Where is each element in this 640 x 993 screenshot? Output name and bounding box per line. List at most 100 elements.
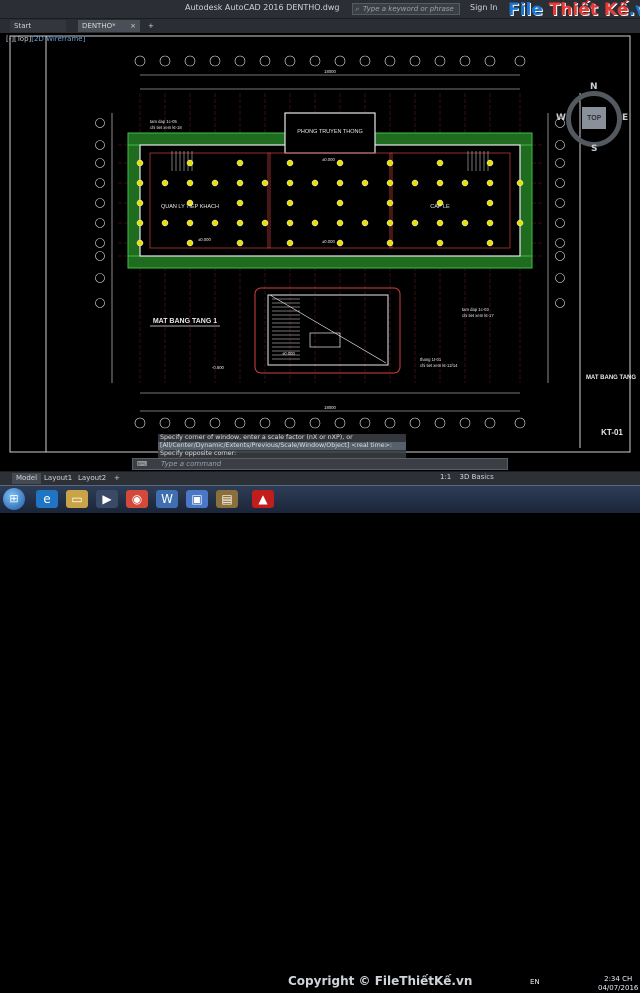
grid-bubble [95, 158, 105, 168]
column [286, 219, 294, 227]
grid-bubble [95, 118, 105, 128]
status-bar: 1:1 3D Basics [440, 473, 500, 481]
ie-icon[interactable]: e [36, 490, 58, 508]
grid-bubble [434, 417, 446, 429]
command-history: Specify corner of window, enter a scale … [158, 434, 406, 458]
note-1: tam dap 1c-05 [150, 119, 177, 124]
grid-bubble [234, 417, 246, 429]
column [236, 219, 244, 227]
layout-tab-model[interactable]: Model [12, 473, 42, 484]
monitor-icon[interactable]: ▣ [186, 490, 208, 508]
add-layout-button[interactable]: + [110, 473, 124, 484]
column [361, 179, 369, 187]
label-side-title: MAT BANG TANG [586, 375, 636, 381]
column [486, 239, 494, 247]
command-input[interactable]: ⌨ Type a command [132, 458, 508, 470]
column [286, 179, 294, 187]
word-icon[interactable]: W [156, 490, 178, 508]
column [486, 159, 494, 167]
viewcube-top-face[interactable]: TOP [582, 107, 606, 129]
grid-bubble [555, 158, 565, 168]
system-tray-language[interactable]: EN [530, 978, 540, 986]
grid-bubble [184, 55, 196, 67]
tab-start[interactable]: Start [10, 20, 66, 32]
new-tab-button[interactable]: + [144, 20, 156, 32]
grid-bubble [309, 55, 321, 67]
column [461, 179, 469, 187]
archive-icon[interactable]: ▤ [216, 490, 238, 508]
grid-bubble [434, 55, 446, 67]
folder-icon[interactable]: ▭ [66, 490, 88, 508]
tab-drawing[interactable]: DENTHO* × [78, 20, 140, 32]
media-player-icon[interactable]: ▶ [96, 490, 118, 508]
grid-bubble [555, 238, 565, 248]
layout-tab-layout2[interactable]: Layout2 [74, 473, 110, 484]
grid-bubble [95, 178, 105, 188]
workspace-switcher[interactable]: 3D Basics [460, 473, 494, 481]
chrome-icon[interactable]: ◉ [126, 490, 148, 508]
column [386, 239, 394, 247]
column [361, 219, 369, 227]
clock-date: 04/07/2016 [598, 984, 639, 992]
grid-bubble [334, 417, 346, 429]
column [186, 159, 194, 167]
label-plan-title: MAT BANG TANG 1 [153, 318, 217, 325]
grid-bubble [284, 417, 296, 429]
grid-bubble [555, 251, 565, 261]
layout-tabs-bar: Model Layout1 Layout2 + [0, 471, 640, 485]
grid-bubble [209, 55, 221, 67]
note-3: thang 1t-01 [420, 357, 442, 362]
windows-taskbar: ⊞ e ▭ ▶ ◉ W ▣ ▤ ▲ Copyright © FileThiếtK… [0, 485, 640, 992]
grid-bubble [359, 417, 371, 429]
grid-bubble [259, 55, 271, 67]
command-line-icon[interactable]: ⌨ [137, 460, 147, 468]
annotation-scale[interactable]: 1:1 [440, 473, 451, 481]
column [436, 179, 444, 187]
compass-north[interactable]: N [590, 82, 598, 92]
drawing-canvas: PHONG TRUYEN THONG QUAN LY TIEP KHACH CA… [9, 35, 636, 453]
column [516, 219, 524, 227]
viewcube[interactable]: TOP N S E W [556, 82, 630, 155]
grid-bubble [259, 417, 271, 429]
viewport-controls[interactable]: [-][Top][2D Wireframe] [6, 35, 85, 43]
label-sheet-id: KT-01 [601, 428, 623, 437]
search-box[interactable]: ⌕ Type a keyword or phrase [352, 3, 460, 15]
column [436, 239, 444, 247]
dim-text-bottom: 18000 [324, 405, 336, 410]
column [236, 179, 244, 187]
compass-east[interactable]: E [622, 113, 628, 123]
file-tabs: Start DENTHO* × + [0, 19, 640, 33]
dim-text-top: 18000 [324, 69, 336, 74]
grid-bubble [555, 178, 565, 188]
grid-bubble [555, 198, 565, 208]
layout-tab-layout1[interactable]: Layout1 [40, 473, 76, 484]
grid-bubble [134, 55, 146, 67]
visual-style-label[interactable]: [2D Wireframe] [31, 35, 85, 43]
column [311, 179, 319, 187]
grid-bubble [95, 218, 105, 228]
column [236, 199, 244, 207]
label-room-2: QUAN LY TIEP KHACH [161, 204, 219, 210]
search-icon: ⌕ [355, 5, 359, 13]
command-history-line: Specify corner of window, enter a scale … [158, 434, 406, 442]
sign-in-link[interactable]: Sign In [470, 3, 497, 12]
search-placeholder: Type a keyword or phrase [363, 5, 454, 13]
compass-south[interactable]: S [591, 144, 597, 154]
system-clock[interactable]: 2:34 CH 04/07/2016 [598, 975, 638, 993]
lower-wing-outline [254, 287, 401, 374]
column [136, 159, 144, 167]
grid-bubble [514, 55, 526, 67]
column [411, 179, 419, 187]
column [211, 219, 219, 227]
frame-left [9, 35, 47, 453]
column [436, 159, 444, 167]
compass-west[interactable]: W [556, 113, 566, 123]
close-tab-icon[interactable]: × [130, 20, 136, 32]
grid-bubble [95, 251, 105, 261]
grid-bubble [384, 55, 396, 67]
autocad-icon[interactable]: ▲ [252, 490, 274, 508]
drawing-viewport[interactable]: PHONG TRUYEN THONG QUAN LY TIEP KHACH CA… [0, 33, 640, 458]
grid-bubble [409, 55, 421, 67]
note-3b: chi tiet xem kt-12/14 [420, 363, 458, 368]
start-button-icon[interactable]: ⊞ [3, 488, 25, 510]
